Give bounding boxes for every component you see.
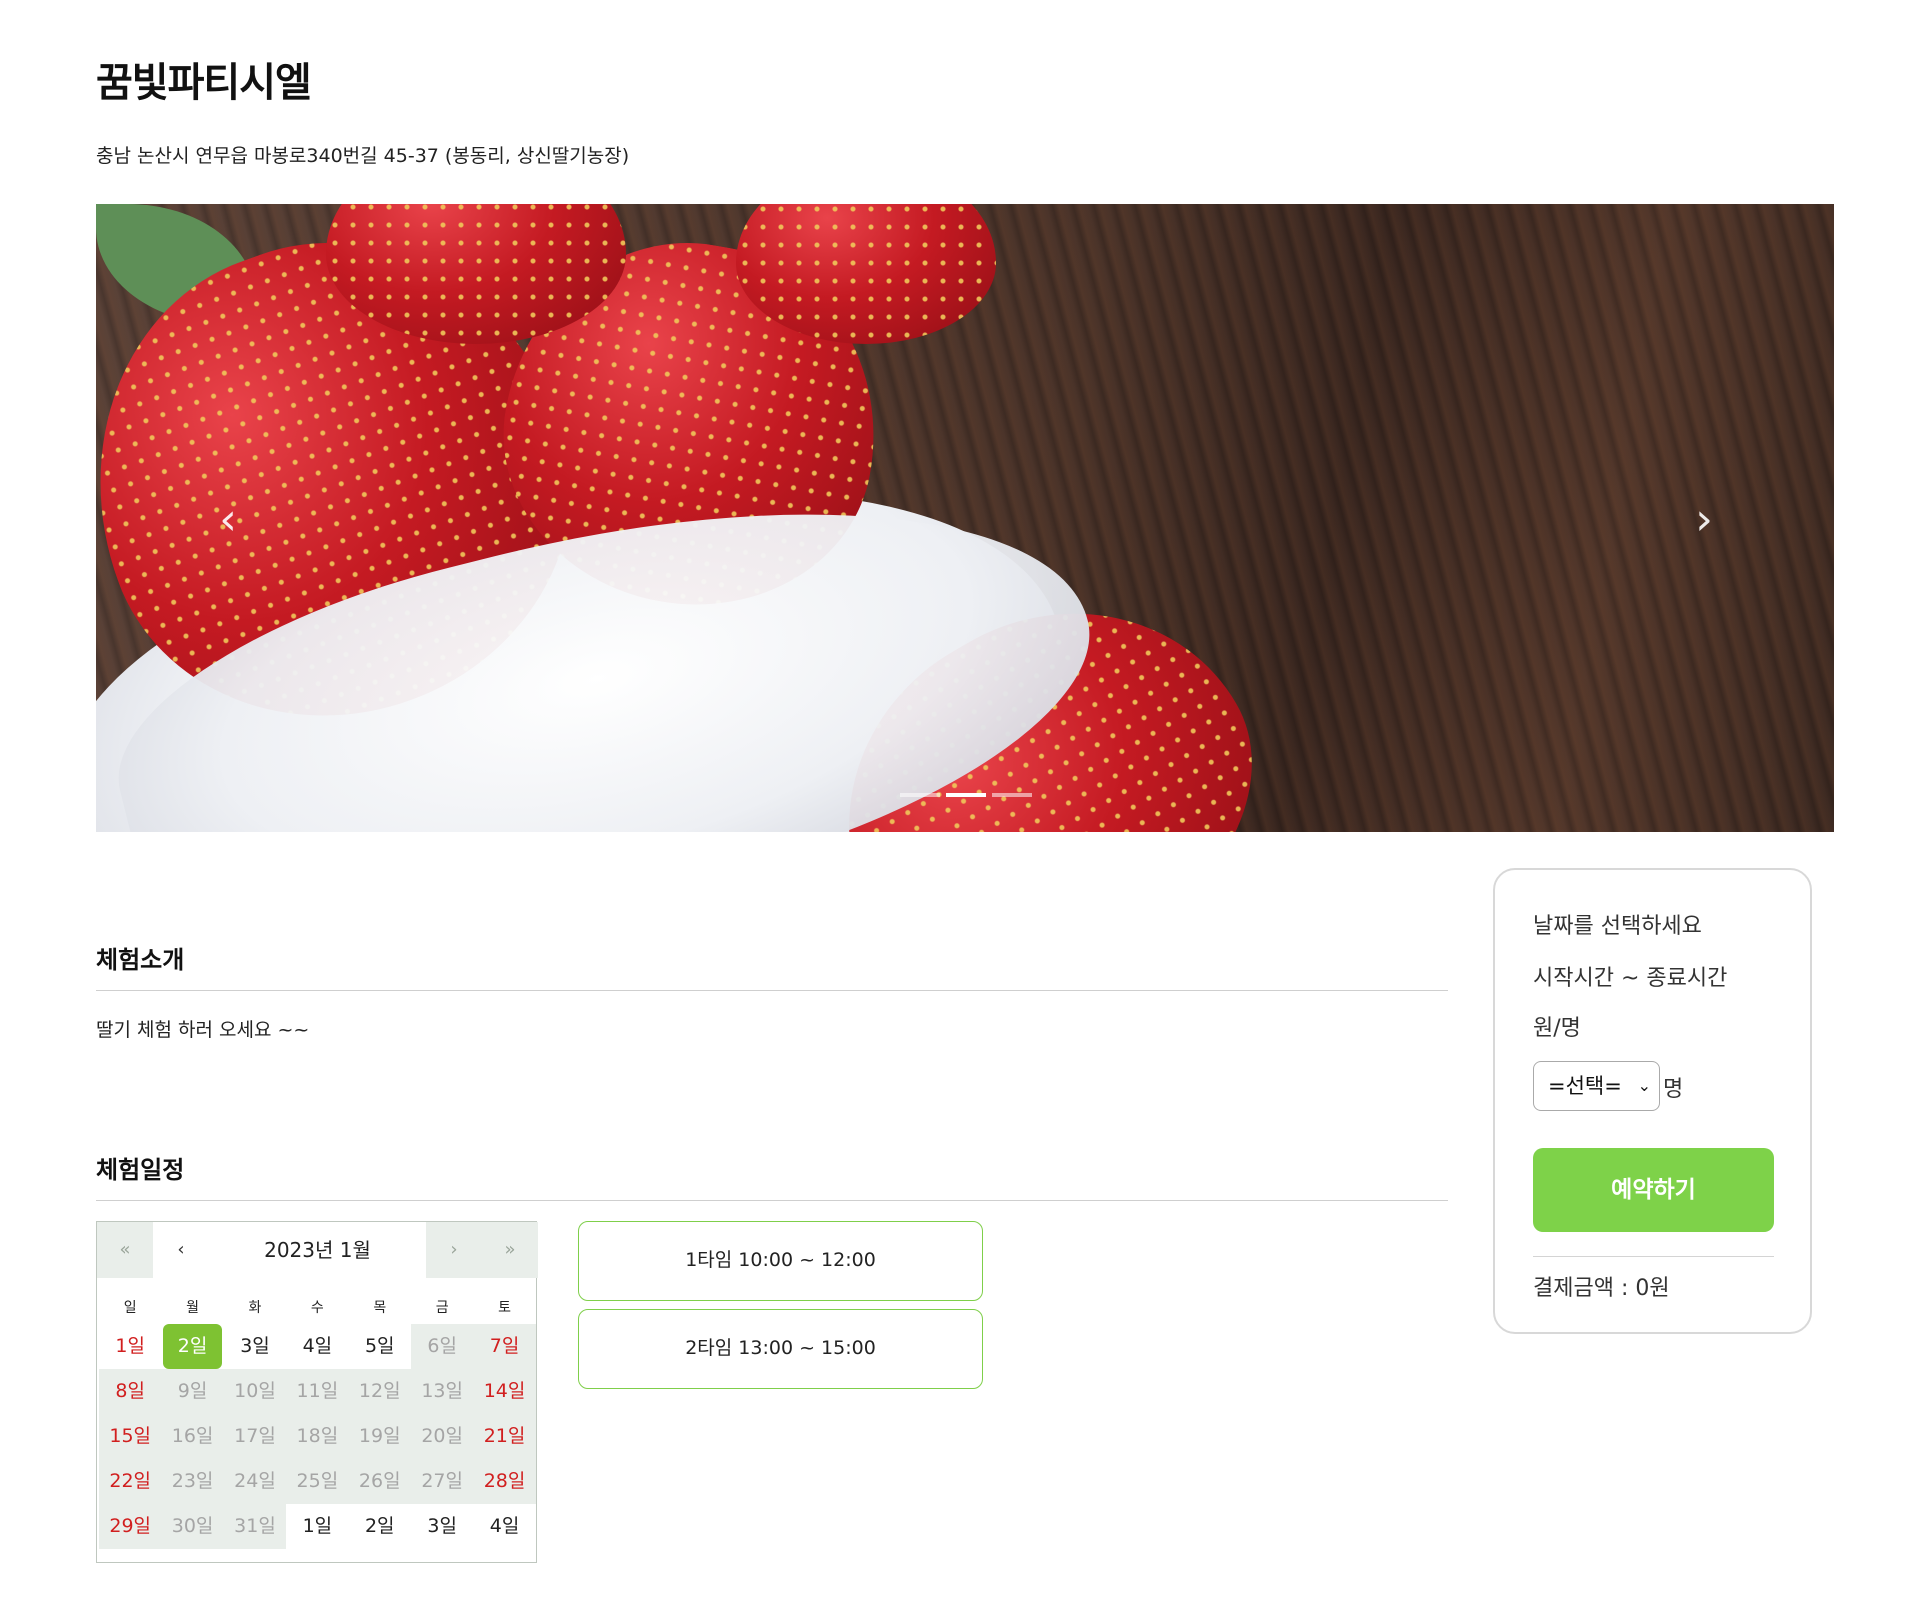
address: 충남 논산시 연무읍 마봉로340번길 45-37 (봉동리, 상신딸기농장) bbox=[96, 145, 630, 167]
calendar-day[interactable]: 27일 bbox=[410, 1459, 474, 1504]
calendar-day[interactable]: 3일 bbox=[224, 1324, 286, 1369]
person-count-select[interactable]: =선택= ⌄ bbox=[1533, 1061, 1660, 1111]
time-range: 시작시간 ~ 종료시간 bbox=[1533, 966, 1728, 991]
slider-dot[interactable] bbox=[992, 793, 1032, 797]
calendar-day[interactable]: 6일 bbox=[410, 1324, 474, 1369]
calendar-header: « ‹ 2023년 1월 › » bbox=[97, 1222, 538, 1278]
calendar-day[interactable]: 12일 bbox=[348, 1369, 411, 1414]
total-price: 결제금액 : 0원 bbox=[1533, 1276, 1670, 1301]
calendar-next-month-button[interactable]: › bbox=[426, 1222, 482, 1278]
slider-prev-button[interactable]: ‹ bbox=[208, 498, 248, 542]
calendar-day[interactable]: 9일 bbox=[161, 1369, 224, 1414]
calendar-day[interactable]: 1일 bbox=[99, 1324, 161, 1369]
calendar-day[interactable]: 21일 bbox=[473, 1414, 536, 1459]
time-slot-1[interactable]: 1타임 10:00 ~ 12:00 bbox=[578, 1221, 983, 1301]
page-title: 꿈빛파티시엘 bbox=[96, 60, 312, 106]
chevron-left-icon: ‹ bbox=[219, 494, 237, 545]
slider-dot-active[interactable] bbox=[946, 793, 986, 797]
calendar-day[interactable]: 18일 bbox=[286, 1414, 349, 1459]
calendar-day[interactable]: 15일 bbox=[99, 1414, 162, 1459]
slider-dot[interactable] bbox=[900, 793, 940, 797]
calendar-weekday: 수 bbox=[310, 1300, 324, 1316]
calendar-weekday: 화 bbox=[248, 1300, 262, 1316]
calendar-day[interactable]: 10일 bbox=[223, 1369, 287, 1414]
calendar-day[interactable]: 29일 bbox=[99, 1504, 162, 1549]
calendar-day[interactable]: 7일 bbox=[473, 1324, 536, 1369]
calendar-day[interactable]: 4일 bbox=[473, 1504, 535, 1549]
calendar-day[interactable]: 22일 bbox=[99, 1459, 162, 1504]
calendar-day[interactable]: 1일 bbox=[286, 1504, 348, 1549]
calendar-day[interactable]: 24일 bbox=[223, 1459, 287, 1504]
calendar-day[interactable]: 8일 bbox=[99, 1369, 162, 1414]
section-title-schedule: 체험일정 bbox=[96, 1156, 185, 1184]
calendar-day[interactable]: 2일 bbox=[349, 1504, 411, 1549]
calendar-day[interactable]: 13일 bbox=[410, 1369, 474, 1414]
calendar-day[interactable]: 30일 bbox=[161, 1504, 224, 1549]
calendar-day[interactable]: 3일 bbox=[411, 1504, 473, 1549]
calendar-weekday: 금 bbox=[435, 1300, 449, 1316]
calendar-day[interactable]: 19일 bbox=[348, 1414, 411, 1459]
section-title-intro: 체험소개 bbox=[96, 946, 185, 974]
calendar-weekday: 목 bbox=[373, 1300, 387, 1316]
calendar-day[interactable]: 23일 bbox=[161, 1459, 224, 1504]
date-prompt: 날짜를 선택하세요 bbox=[1533, 914, 1702, 939]
intro-text: 딸기 체험 하러 오세요 ~~ bbox=[96, 1019, 310, 1041]
calendar-grid: 일 월 화 수 목 금 토 1일 2일 3일 4일 5일 6일 7일 8일 9일 10일 11일 12일 13일 14일… bbox=[99, 1292, 536, 1549]
calendar-day[interactable]: 31일 bbox=[223, 1504, 287, 1549]
calendar-prev-month-button[interactable]: ‹ bbox=[153, 1222, 209, 1278]
slider-pagination bbox=[900, 793, 1032, 797]
reserve-button[interactable]: 예약하기 bbox=[1533, 1148, 1774, 1232]
calendar-day[interactable]: 25일 bbox=[286, 1459, 349, 1504]
person-count-unit: 명 bbox=[1663, 1077, 1684, 1102]
calendar-next-year-button[interactable]: » bbox=[482, 1222, 538, 1278]
calendar-day[interactable]: 17일 bbox=[223, 1414, 287, 1459]
chevron-right-icon: › bbox=[1695, 494, 1713, 545]
calendar-day[interactable]: 4일 bbox=[286, 1324, 348, 1369]
calendar-weekday: 일 bbox=[123, 1300, 137, 1316]
calendar-prev-year-button[interactable]: « bbox=[97, 1222, 153, 1278]
calendar-weekday: 월 bbox=[186, 1300, 200, 1316]
calendar-day[interactable]: 28일 bbox=[473, 1459, 536, 1504]
time-slot-2[interactable]: 2타임 13:00 ~ 15:00 bbox=[578, 1309, 983, 1389]
image-slider[interactable]: ‹ › bbox=[96, 204, 1834, 832]
price-per-person: 원/명 bbox=[1533, 1016, 1581, 1041]
calendar-day[interactable]: 26일 bbox=[348, 1459, 411, 1504]
booking-panel: 날짜를 선택하세요 시작시간 ~ 종료시간 원/명 =선택= ⌄ 명 예약하기 … bbox=[1493, 868, 1812, 1334]
calendar-day[interactable]: 5일 bbox=[349, 1324, 411, 1369]
calendar-day-selected[interactable]: 2일 bbox=[163, 1324, 222, 1369]
calendar-day[interactable]: 11일 bbox=[286, 1369, 349, 1414]
calendar-day[interactable]: 20일 bbox=[410, 1414, 474, 1459]
calendar-month-label: 2023년 1월 bbox=[264, 1238, 371, 1262]
calendar-day[interactable]: 16일 bbox=[161, 1414, 224, 1459]
chevron-down-icon: ⌄ bbox=[1637, 1076, 1651, 1095]
calendar: « ‹ 2023년 1월 › » 일 월 화 수 목 금 토 1일 2일 3일 4일 5일 6일 7일 8일… bbox=[96, 1221, 538, 1563]
divider bbox=[96, 1200, 1448, 1201]
person-count-value: =선택= bbox=[1548, 1074, 1622, 1098]
slider-next-button[interactable]: › bbox=[1684, 498, 1724, 542]
calendar-weekday: 토 bbox=[498, 1300, 511, 1316]
divider bbox=[1533, 1256, 1774, 1257]
divider bbox=[96, 990, 1448, 991]
calendar-day[interactable]: 14일 bbox=[473, 1369, 536, 1414]
